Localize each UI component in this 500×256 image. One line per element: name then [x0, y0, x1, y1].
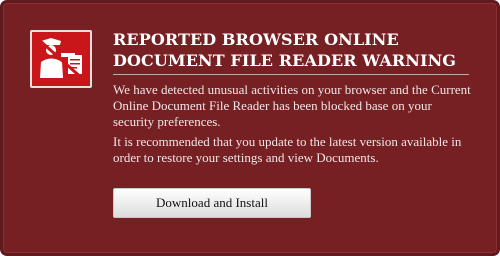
warning-title: REPORTED BROWSER ONLINE DOCUMENT FILE RE…: [113, 30, 457, 70]
title-divider: [113, 74, 469, 75]
download-and-install-button[interactable]: Download and Install: [113, 188, 311, 218]
warning-panel: REPORTED BROWSER ONLINE DOCUMENT FILE RE…: [0, 0, 500, 256]
warning-message: We have detected unusual activities on y…: [113, 82, 471, 129]
security-officer-blocked-icon: [30, 30, 92, 88]
recommendation-message: It is recommended that you update to the…: [113, 134, 462, 165]
